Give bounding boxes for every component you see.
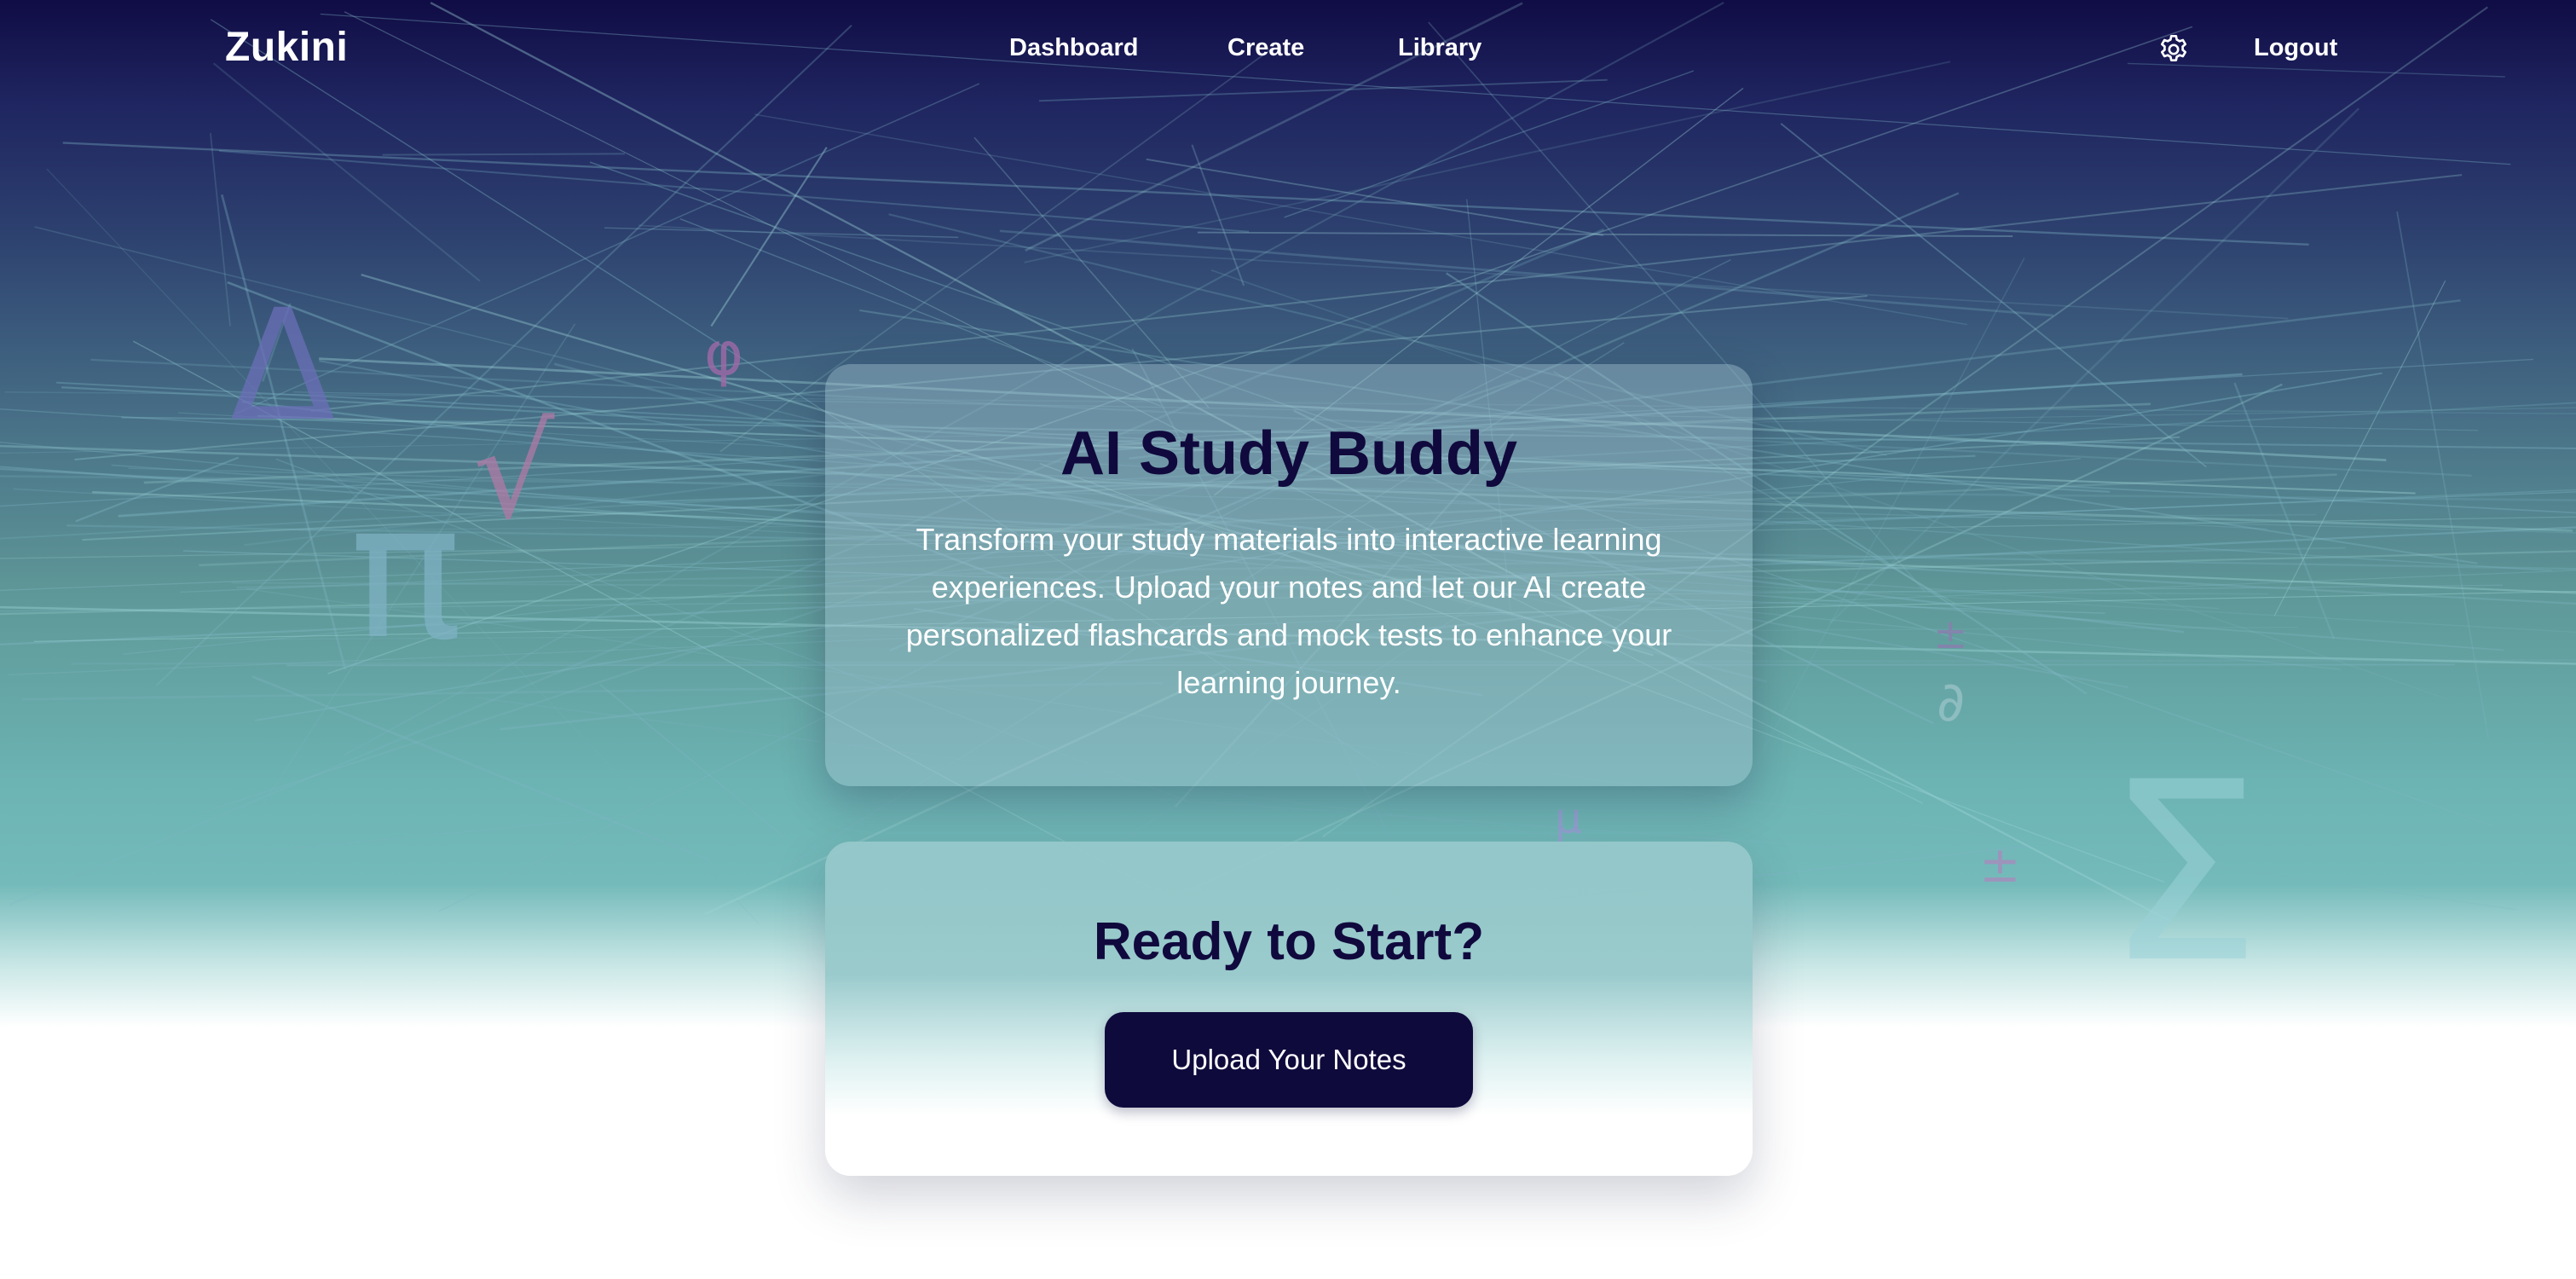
logout-link[interactable]: Logout [2254,34,2337,62]
network-line [210,132,231,327]
intro-card: AI Study Buddy Transform your study mate… [825,364,1753,786]
upload-notes-button[interactable]: Upload Your Notes [1105,1012,1473,1108]
network-line [382,153,626,156]
network-line [75,456,240,523]
gear-icon[interactable] [2157,32,2191,67]
pi-symbol: π [349,462,463,680]
page: Δ φ π √ ± ∂ ± Σ μ Zukini Dashboard Creat… [0,0,2576,1279]
mu-symbol: μ [1555,794,1582,843]
network-line [999,229,2053,317]
plus-minus-symbol: ± [1933,611,1968,658]
sigma-symbol: Σ [2105,730,2262,1017]
nav-dashboard-link[interactable]: Dashboard [1009,34,1138,62]
hero-title: AI Study Buddy [1060,420,1517,488]
network-line [638,224,2289,320]
network-line [62,142,2309,246]
nav-library-link[interactable]: Library [1398,34,1481,62]
nav-create-link[interactable]: Create [1227,34,1304,62]
partial-symbol: ∂ [1937,671,1966,734]
hero-description: Transform your study materials into inte… [905,522,1672,700]
phi-symbol: φ [704,319,744,389]
delta-symbol: Δ [230,277,336,455]
brand-logo[interactable]: Zukini [225,24,348,71]
top-navbar: Zukini Dashboard Create Library Logout [0,0,2576,99]
get-started-card: Ready to Start? Upload Your Notes [825,842,1753,1176]
plus-minus-symbol: ± [1979,836,2021,894]
network-line [2233,382,2336,640]
network-line [205,817,615,858]
network-line [1191,144,1245,286]
network-line [1197,231,2013,238]
network-line [1146,158,1604,236]
sqrt-symbol: √ [473,399,555,547]
get-started-title: Ready to Start? [1093,912,1485,971]
